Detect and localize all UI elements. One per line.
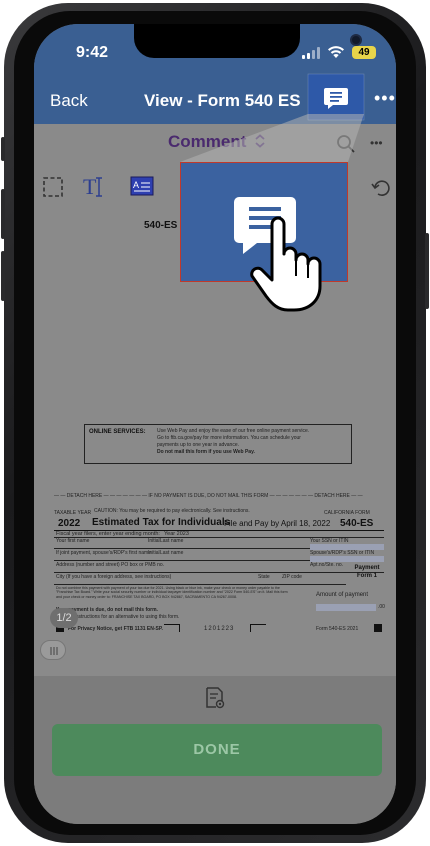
screen: 9:42 49 Back View - Form 540 ES ••• Comm… — [34, 24, 396, 824]
mute-switch — [1, 137, 5, 161]
hand-pointer-icon — [250, 216, 322, 312]
zoom-callout-cone — [180, 73, 365, 162]
volume-down-button — [1, 251, 5, 301]
power-button — [425, 233, 429, 309]
volume-up-button — [1, 189, 5, 239]
